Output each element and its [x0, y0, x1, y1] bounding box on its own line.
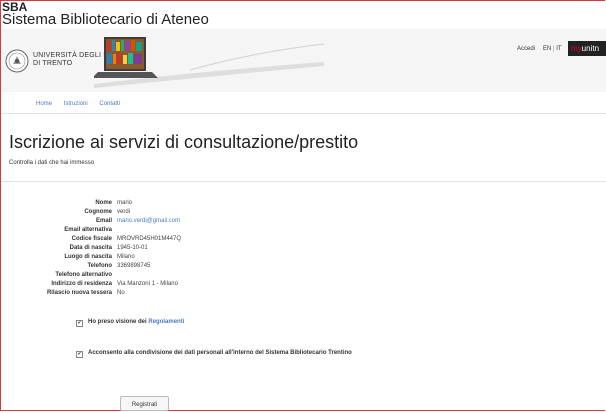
brand-subtitle: Sistema Bibliotecario di Ateneo	[2, 11, 209, 28]
header-divider	[1, 181, 606, 182]
form-label: Rilascio nuova tessera	[46, 290, 112, 296]
form-value: No	[117, 290, 125, 296]
nav-home[interactable]: Home	[36, 101, 52, 107]
form-row-email: Email mario.verdi@gmail.com	[0, 217, 180, 226]
page-subtitle: Controlla i dati che hai immesso	[9, 160, 95, 166]
register-button[interactable]: Registrati	[120, 396, 169, 411]
nav-divider	[1, 113, 606, 114]
form-value: mario	[117, 200, 133, 206]
form-label: Luogo di nascita	[64, 254, 112, 260]
nav-istruzioni[interactable]: Istruzioni	[64, 101, 88, 107]
form-label: Nome	[95, 200, 112, 206]
form-row-data-nascita: Data di nascita 1945-10-01	[0, 244, 148, 253]
main-nav: Home Istruzioni Contatti	[36, 101, 130, 107]
language-switcher: EN | IT	[543, 46, 562, 52]
form-row-nome: Nome mario	[0, 199, 132, 208]
form-value: MROVRD45H01M447Q	[117, 236, 182, 242]
form-value: 1945-10-01	[117, 245, 148, 251]
regolamenti-consent: ✔ Ho preso visione dei Regolamenti	[76, 318, 184, 327]
form-row-email-alternativa: Email alternativa	[0, 226, 112, 235]
form-value: Milano	[117, 254, 135, 260]
form-row-codice-fiscale: Codice fiscale MROVRD45H01M447Q	[0, 235, 181, 244]
privacy-consent: ✔ Acconsento alla condivisione dei dati p…	[76, 349, 352, 358]
form-row-indirizzo: Indirizzo di residenza Via Manzoni 1 - M…	[0, 280, 178, 289]
form-label: Codice fiscale	[71, 236, 112, 242]
privacy-label: Acconsento alla condivisione dei dati pe…	[88, 350, 352, 356]
form-row-cognome: Cognome verdi	[0, 208, 130, 217]
library-laptop-illustration	[94, 37, 324, 88]
form-label: Indirizzo di residenza	[51, 281, 112, 287]
form-value: 3369898745	[117, 263, 151, 269]
myunitn-prefix: my	[571, 44, 582, 53]
nav-contatti[interactable]: Contatti	[99, 101, 120, 107]
form-row-telefono-alternativo: Telefono alternativo	[0, 271, 112, 280]
lang-en-link[interactable]: EN	[543, 46, 551, 52]
form-row-telefono: Telefono 3369898745	[0, 262, 150, 271]
regolamenti-label: Ho preso visione dei	[88, 319, 149, 325]
regolamenti-link[interactable]: Regolamenti	[148, 319, 184, 325]
regolamenti-checkbox[interactable]: ✔	[76, 320, 83, 327]
privacy-checkbox[interactable]: ✔	[76, 351, 83, 358]
myunitn-button[interactable]: myunitn	[568, 41, 606, 56]
lang-separator: |	[553, 46, 555, 52]
form-row-nuova-tessera: Rilascio nuova tessera No	[0, 289, 125, 298]
form-row-luogo-nascita: Luogo di nascita Milano	[0, 253, 134, 262]
form-label: Cognome	[84, 209, 112, 215]
form-value: verdi	[117, 209, 131, 215]
form-label: Email	[95, 218, 112, 224]
login-link[interactable]: Accedi	[517, 46, 535, 52]
form-value: Via Manzoni 1 - Milano	[117, 281, 178, 287]
form-label: Email alternativa	[64, 227, 112, 233]
form-label: Telefono	[87, 263, 112, 269]
lang-it-link[interactable]: IT	[556, 46, 561, 52]
email-link[interactable]: mario.verdi@gmail.com	[117, 217, 180, 226]
university-seal-icon	[5, 49, 29, 73]
page-title: Iscrizione ai servizi di consultazione/p…	[9, 132, 359, 152]
form-label: Telefono alternativo	[55, 272, 112, 278]
myunitn-suffix: unitn	[581, 44, 600, 53]
form-label: Data di nascita	[69, 245, 112, 251]
